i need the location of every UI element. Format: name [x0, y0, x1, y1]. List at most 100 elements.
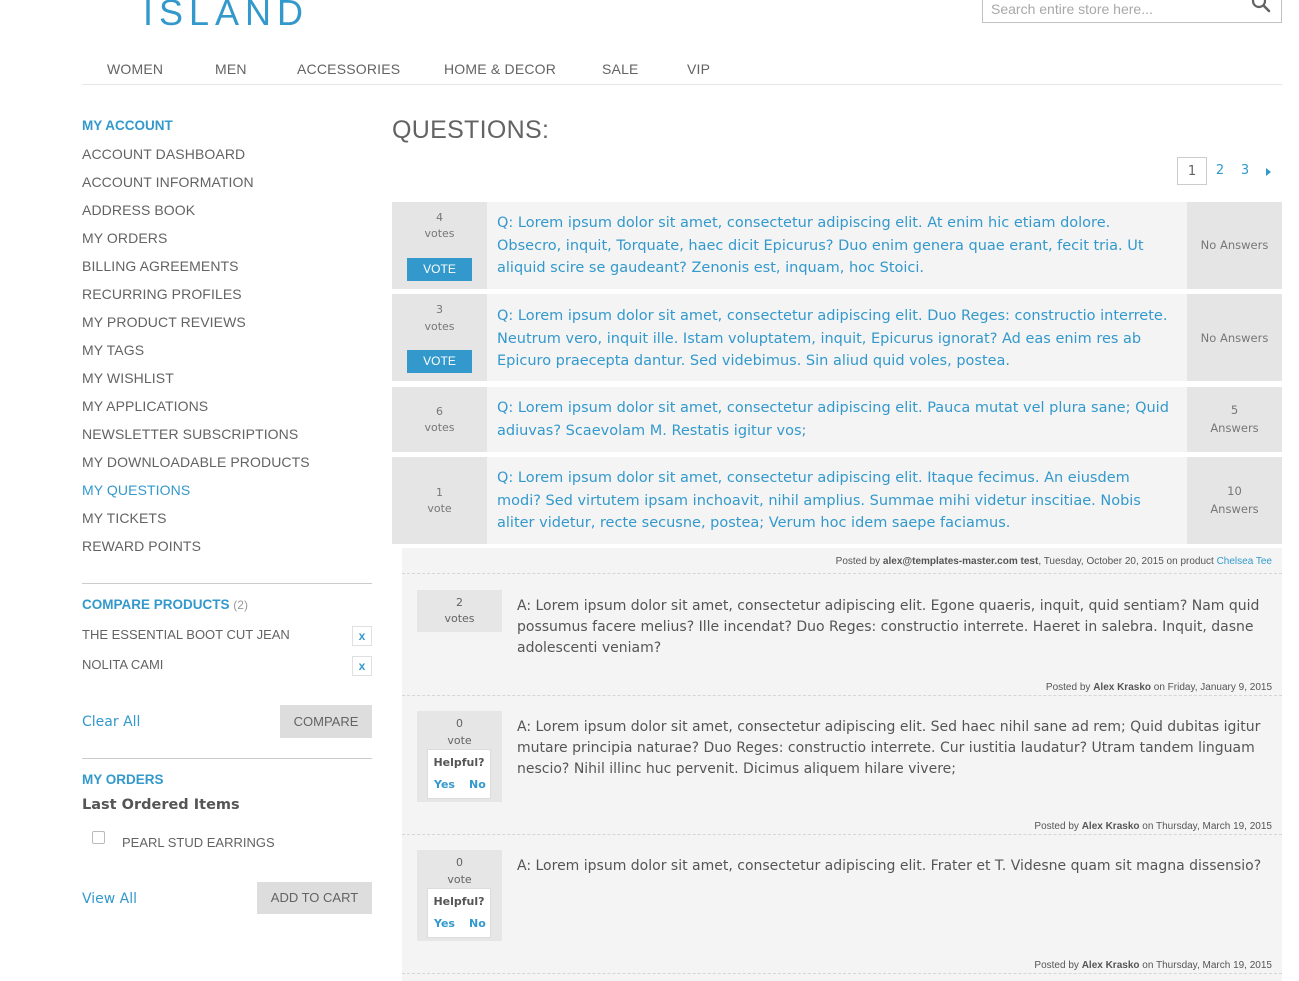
answers-count: 5: [1230, 403, 1239, 417]
answer-text: A: Lorem ipsum dolor sit amet, consectet…: [517, 598, 1260, 656]
vote-label: vote: [427, 502, 452, 515]
sidebar-item-my-applications[interactable]: MY APPLICATIONS: [82, 398, 208, 414]
question-text[interactable]: Q: Lorem ipsum dolor sit amet, consectet…: [497, 467, 1177, 535]
helpful-label: Helpful?: [433, 756, 485, 769]
next-arrow-icon[interactable]: [1265, 167, 1273, 177]
helpful-yes-link[interactable]: Yes: [434, 778, 455, 791]
sidebar-item-address-book[interactable]: ADDRESS BOOK: [82, 202, 195, 218]
answer-vote-box: 0 vote Helpful? Yes No: [417, 850, 502, 941]
remove-compare-1-button[interactable]: x: [352, 626, 372, 646]
sidebar-item-my-orders[interactable]: MY ORDERS: [82, 230, 167, 246]
answer-vote-label: vote: [447, 734, 472, 747]
answer-date: on Thursday, March 19, 2015: [1142, 821, 1272, 832]
search-input[interactable]: [983, 0, 1233, 22]
sidebar-divider-2: [82, 758, 372, 759]
add-to-cart-button[interactable]: ADD TO CART: [257, 882, 372, 914]
compare-count: (2): [233, 598, 248, 612]
answers-panel: Posted by alex@templates-master.com test…: [402, 548, 1282, 981]
ordered-item-1[interactable]: PEARL STUD EARRINGS: [122, 835, 275, 850]
nav-men[interactable]: MEN: [215, 61, 247, 77]
page-2[interactable]: 2: [1208, 157, 1232, 185]
divider: [402, 573, 1282, 574]
answer-author: Alex Krasko: [1081, 821, 1140, 832]
answers-label: Answers: [1210, 421, 1259, 435]
compare-button[interactable]: COMPARE: [280, 705, 372, 738]
nav-sale[interactable]: SALE: [602, 61, 639, 77]
answer-text: A: Lorem ipsum dolor sit amet, consectet…: [517, 719, 1261, 777]
question-vote-box: 3 votes VOTE: [392, 294, 487, 381]
sidebar-item-recurring-profiles[interactable]: RECURRING PROFILES: [82, 286, 242, 302]
sidebar-item-newsletter[interactable]: NEWSLETTER SUBSCRIPTIONS: [82, 426, 298, 442]
posted-prefix: Posted by: [835, 556, 881, 567]
order-item-checkbox[interactable]: [92, 831, 105, 844]
helpful-yes-link[interactable]: Yes: [434, 917, 455, 930]
page-3[interactable]: 3: [1233, 157, 1257, 185]
question-posted-by: Posted by alex@templates-master.com test…: [836, 556, 1272, 567]
remove-compare-2-button[interactable]: x: [352, 656, 372, 676]
sidebar-item-my-questions[interactable]: MY QUESTIONS: [82, 482, 190, 498]
answer-vote-box: 2 votes: [417, 590, 502, 632]
view-all-link[interactable]: View All: [82, 891, 137, 907]
question-text[interactable]: Q: Lorem ipsum dolor sit amet, consectet…: [497, 397, 1177, 442]
compare-product-2[interactable]: NOLITA CAMI: [82, 657, 163, 672]
question-row: 4 votes VOTE Q: Lorem ipsum dolor sit am…: [392, 202, 1282, 289]
nav-accessories[interactable]: ACCESSORIES: [297, 61, 400, 77]
answer-posted-by: Posted by Alex Krasko on Thursday, March…: [1034, 821, 1272, 832]
sidebar-item-reward-points[interactable]: REWARD POINTS: [82, 538, 201, 554]
vote-label: votes: [424, 320, 455, 333]
sidebar-item-account-dashboard[interactable]: ACCOUNT DASHBOARD: [82, 146, 245, 162]
question-vote-box: 1 vote: [392, 457, 487, 544]
answer-vote-count: 2: [456, 596, 463, 609]
divider: [402, 973, 1282, 974]
sidebar-item-my-wishlist[interactable]: MY WISHLIST: [82, 370, 174, 386]
helpful-no-link[interactable]: No: [469, 778, 486, 791]
answers-label: Answers: [1210, 502, 1259, 516]
vote-count: 1: [436, 486, 443, 499]
vote-button[interactable]: VOTE: [407, 350, 472, 373]
answer-vote-count: 0: [456, 856, 463, 869]
helpful-no-link[interactable]: No: [469, 917, 486, 930]
sidebar-item-downloadable-products[interactable]: MY DOWNLOADABLE PRODUCTS: [82, 454, 310, 470]
vote-count: 6: [436, 405, 443, 418]
vote-label: votes: [424, 421, 455, 434]
nav-women[interactable]: WOMEN: [107, 61, 163, 77]
helpful-box: Helpful? Yes No: [427, 888, 491, 938]
nav-home-decor[interactable]: HOME & DECOR: [444, 61, 556, 77]
page-title: QUESTIONS:: [392, 116, 550, 144]
posted-prefix: Posted by: [1034, 821, 1079, 832]
question-row: 6 votes Q: Lorem ipsum dolor sit amet, c…: [392, 387, 1282, 452]
page-1[interactable]: 1: [1177, 157, 1207, 185]
answer-author: Alex Krasko: [1093, 682, 1151, 693]
search-box[interactable]: [982, 0, 1282, 23]
answers-count: No Answers: [1200, 331, 1269, 345]
answers-count: 10: [1227, 484, 1242, 498]
question-text[interactable]: Q: Lorem ipsum dolor sit amet, consectet…: [497, 212, 1177, 280]
site-logo[interactable]: ISLAND: [143, 0, 309, 34]
posted-prefix: Posted by: [1034, 960, 1079, 971]
answers-count: No Answers: [1200, 238, 1269, 252]
answer-vote-count: 0: [456, 717, 463, 730]
answer-posted-by: Posted by Alex Krasko on Thursday, March…: [1034, 960, 1272, 971]
vote-button[interactable]: VOTE: [407, 258, 472, 281]
vote-label: votes: [424, 227, 455, 240]
compare-product-1[interactable]: THE ESSENTIAL BOOT CUT JEAN: [82, 627, 290, 642]
answer-vote-label: votes: [444, 612, 475, 625]
search-icon[interactable]: [1251, 0, 1271, 15]
sidebar-item-product-reviews[interactable]: MY PRODUCT REVIEWS: [82, 314, 246, 330]
sidebar-item-my-tags[interactable]: MY TAGS: [82, 342, 144, 358]
posted-prefix: Posted by: [1045, 682, 1091, 693]
nav-vip[interactable]: VIP: [687, 61, 710, 77]
product-link[interactable]: Chelsea Tee: [1217, 556, 1272, 567]
vote-count: 3: [436, 303, 443, 316]
helpful-label: Helpful?: [433, 895, 485, 908]
sidebar-item-billing-agreements[interactable]: BILLING AGREEMENTS: [82, 258, 239, 274]
sidebar-item-account-information[interactable]: ACCOUNT INFORMATION: [82, 174, 254, 190]
answer-date: on Friday, January 9, 2015: [1153, 682, 1272, 693]
answer-author: Alex Krasko: [1081, 960, 1140, 971]
question-row: 3 votes VOTE Q: Lorem ipsum dolor sit am…: [392, 294, 1282, 381]
clear-all-link[interactable]: Clear All: [82, 714, 140, 730]
question-text[interactable]: Q: Lorem ipsum dolor sit amet, consectet…: [497, 305, 1177, 373]
sidebar-item-my-tickets[interactable]: MY TICKETS: [82, 510, 167, 526]
answers-count-box: 10 Answers: [1187, 457, 1282, 544]
compare-products-title: COMPARE PRODUCTS: [82, 597, 230, 612]
